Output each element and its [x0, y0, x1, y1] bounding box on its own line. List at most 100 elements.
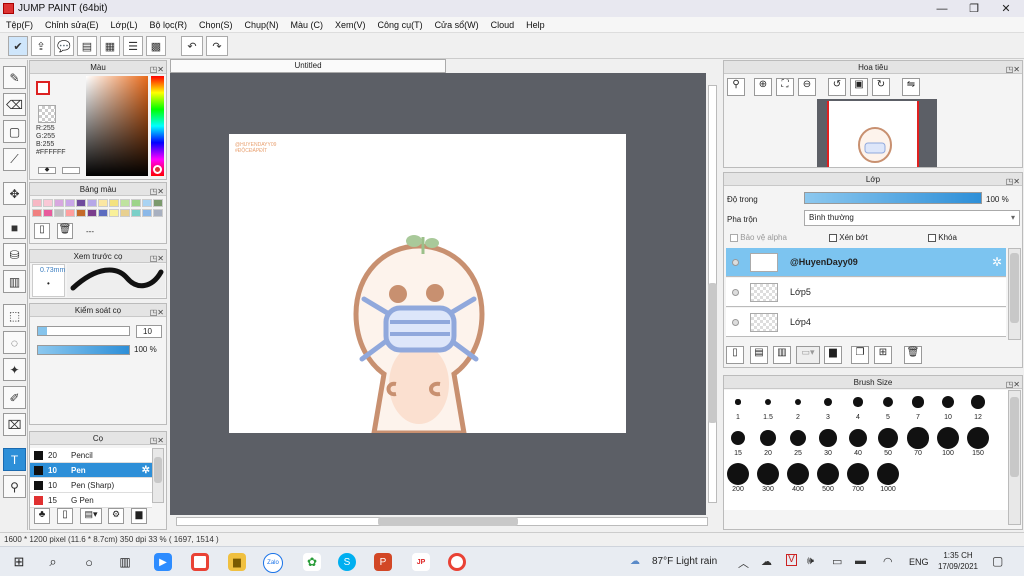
palette-swatch[interactable]	[76, 199, 86, 207]
menu-color[interactable]: Màu (C)	[291, 20, 324, 30]
clip-checkbox[interactable]: Xén bớt	[829, 233, 868, 242]
brush-size-cell[interactable]: 20	[754, 426, 782, 457]
powerpoint-icon[interactable]: P	[374, 553, 392, 571]
navigator-preview[interactable]	[817, 99, 937, 167]
brush-size-cell[interactable]: 500	[814, 462, 842, 493]
brush-size-field[interactable]: 10	[136, 325, 162, 338]
palette-swatch[interactable]	[120, 199, 130, 207]
brush-item-pencil[interactable]: 20 Pencil	[30, 448, 152, 463]
palette-swatch[interactable]	[142, 209, 152, 217]
brush-size-cell[interactable]: 70	[904, 426, 932, 457]
palette-swatch[interactable]	[109, 199, 119, 207]
new-palette-icon[interactable]: ▯	[34, 223, 50, 239]
brush-size-cell[interactable]: 1.5	[754, 390, 782, 421]
palette-swatch[interactable]	[153, 209, 163, 217]
layer-row-selected[interactable]: @HuyenDayy09 ✲	[726, 248, 1006, 277]
tray-chevron-icon[interactable]: ︿	[738, 555, 749, 571]
brush-list-scrollbar[interactable]	[152, 448, 164, 503]
brush-size-cell[interactable]: 12	[964, 390, 992, 421]
palette-swatch[interactable]	[87, 209, 97, 217]
rectangle-tool-icon[interactable]: ▢	[3, 120, 26, 143]
brush-item-pen[interactable]: 10 Pen ✲	[30, 463, 152, 478]
gear-icon[interactable]: ✲	[992, 255, 1002, 269]
brush-size-cell[interactable]: 300	[754, 462, 782, 493]
brush-size-cell[interactable]: 30	[814, 426, 842, 457]
brush-size-cell[interactable]: 200	[724, 462, 752, 493]
palette-swatch[interactable]	[54, 199, 64, 207]
bucket-tool-icon[interactable]: ⛁	[3, 243, 26, 266]
lock-checkbox[interactable]: Khóa	[928, 233, 957, 242]
palette-swatch[interactable]	[120, 209, 130, 217]
transparent-swatch[interactable]	[38, 105, 56, 123]
brush-size-cell[interactable]: 1	[724, 390, 752, 421]
brush-size-cell[interactable]: 100	[934, 426, 962, 457]
brush-size-cell[interactable]: 2	[784, 390, 812, 421]
text-tool-icon[interactable]: T	[3, 448, 26, 471]
blend-mode-select[interactable]: Bình thường ▾	[804, 210, 1020, 226]
new-layer-alt-icon[interactable]: ▤	[750, 346, 768, 364]
scroll-thumb[interactable]	[154, 457, 162, 483]
undo-icon[interactable]: ↶	[181, 36, 203, 56]
weather-text[interactable]: 87°F Light rain	[652, 556, 717, 567]
antivirus-icon[interactable]: V	[786, 554, 797, 566]
brush-tool-icon[interactable]: ✎	[3, 66, 26, 89]
zalo-icon[interactable]: Zalo	[263, 553, 283, 573]
trash-icon[interactable]: 🗑	[57, 223, 73, 239]
menu-cloud[interactable]: Cloud	[491, 20, 515, 30]
brush-size-scrollbar[interactable]	[1008, 390, 1021, 525]
display-icon[interactable]: ▬	[855, 555, 866, 567]
hue-handle[interactable]	[153, 165, 162, 174]
layer-visibility-icon[interactable]	[732, 319, 739, 326]
palette-swatch[interactable]	[32, 199, 42, 207]
menu-edit[interactable]: Chỉnh sửa(E)	[45, 20, 99, 30]
menu-window[interactable]: Cửa sổ(W)	[435, 20, 479, 30]
notification-icon[interactable]: ▢	[992, 554, 1003, 568]
scroll-thumb[interactable]	[378, 517, 518, 526]
magic-wand-icon[interactable]: ✦	[3, 358, 26, 381]
panel-close-icon[interactable]: ◳✕	[150, 306, 164, 319]
brush-size-cell[interactable]: 3	[814, 390, 842, 421]
chrome-icon-2[interactable]	[448, 553, 466, 571]
eyedropper-tool-icon[interactable]: ⚲	[3, 475, 26, 498]
scroll-thumb[interactable]	[1010, 253, 1019, 323]
jump-paint-icon[interactable]: JP	[412, 553, 430, 571]
palette-swatch[interactable]	[32, 209, 42, 217]
search-icon[interactable]: ⌕	[44, 553, 62, 571]
palette-swatch[interactable]	[65, 199, 75, 207]
canvas-horizontal-scrollbar[interactable]	[170, 515, 719, 528]
panel-close-icon[interactable]: ◳✕	[150, 434, 164, 447]
gradient-tool-icon[interactable]: ▥	[3, 270, 26, 293]
task-view-icon[interactable]: ○	[80, 553, 98, 571]
layer-row[interactable]: Lớp4	[726, 308, 1006, 337]
app-icon[interactable]: ✿	[303, 553, 321, 571]
new-layer-icon[interactable]: ▯	[726, 346, 744, 364]
fit-icon[interactable]: ⛶	[776, 78, 794, 96]
rotate-left-icon[interactable]: ↺	[828, 78, 846, 96]
brush-tree-icon[interactable]: ♣	[34, 508, 50, 524]
palette-swatch[interactable]	[43, 199, 53, 207]
hue-slider[interactable]	[151, 76, 164, 176]
menu-help[interactable]: Help	[526, 20, 545, 30]
drawing-canvas[interactable]: @HUYENDAYY09 #ĐỘCĐÁPĐÍT	[229, 134, 626, 433]
palette-swatch[interactable]	[87, 199, 97, 207]
eraser-tool-icon[interactable]: ⌫	[3, 93, 26, 116]
palette-swatch[interactable]	[142, 199, 152, 207]
menu-layer[interactable]: Lớp(L)	[111, 20, 138, 30]
check-icon[interactable]: ✔	[8, 36, 28, 56]
brush-size-cell[interactable]: 50	[874, 426, 902, 457]
copy-layer-icon[interactable]: ▥	[773, 346, 791, 364]
select-pen-icon[interactable]: ✐	[3, 386, 26, 409]
palette-swatch[interactable]	[65, 209, 75, 217]
brush-size-cell[interactable]: 7	[904, 390, 932, 421]
brush-size-cell[interactable]: 150	[964, 426, 992, 457]
zoom-out-icon[interactable]: ⊖	[798, 78, 816, 96]
windows-start-icon[interactable]: ⊞	[10, 553, 28, 571]
menu-filter[interactable]: Bộ lọc(R)	[149, 20, 187, 30]
scroll-thumb[interactable]	[1010, 397, 1019, 477]
brush-size-cell[interactable]: 40	[844, 426, 872, 457]
redo-icon[interactable]: ↷	[206, 36, 228, 56]
grid-icon[interactable]: ▩	[146, 36, 166, 56]
zoom-in-icon[interactable]: ⊕	[754, 78, 772, 96]
menu-tools[interactable]: Công cụ(T)	[378, 20, 423, 30]
brush-size-cell[interactable]: 400	[784, 462, 812, 493]
